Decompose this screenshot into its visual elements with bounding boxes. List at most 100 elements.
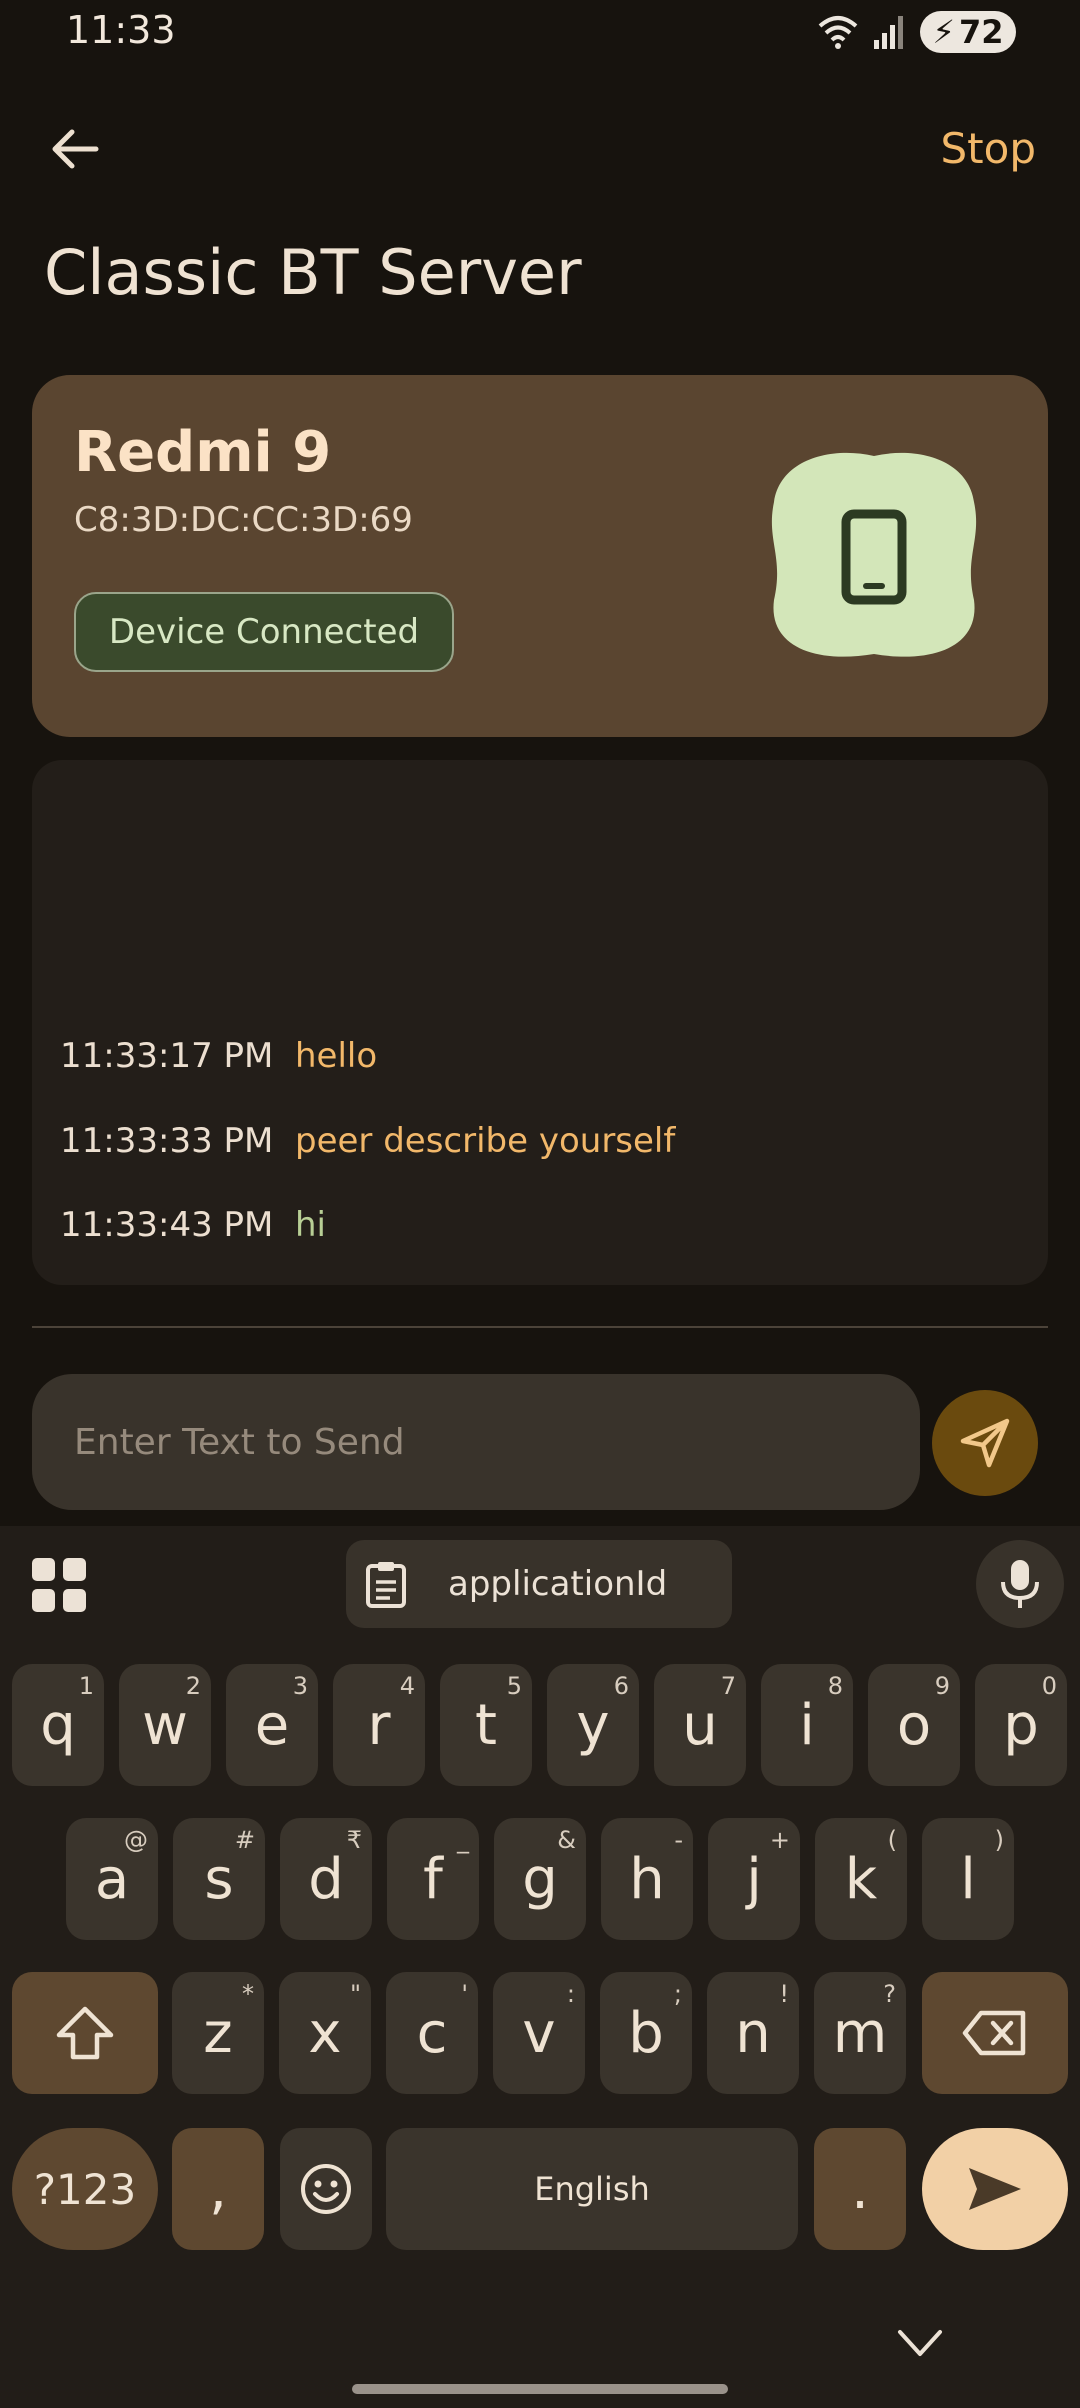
key-g[interactable]: g & <box>494 1818 586 1940</box>
key-label: t <box>475 1692 497 1758</box>
key-hint: 4 <box>399 1672 415 1700</box>
period-key[interactable]: . <box>814 2128 906 2250</box>
key-o[interactable]: o9 <box>868 1664 960 1786</box>
key-k[interactable]: k( <box>815 1818 907 1940</box>
symbols-key[interactable]: ?123 <box>12 2128 158 2250</box>
key-label: f <box>423 1846 443 1912</box>
log-timestamp: 11:33:43 PM <box>60 1205 274 1245</box>
key-hint: 9 <box>934 1672 950 1700</box>
key-hint: ( <box>887 1826 897 1854</box>
log-timestamp: 11:33:33 PM <box>60 1121 274 1161</box>
key-hint: 2 <box>185 1672 201 1700</box>
key-n[interactable]: n! <box>707 1972 799 2094</box>
key-label: n <box>735 2000 771 2066</box>
key-hint: 6 <box>613 1672 629 1700</box>
key-p[interactable]: p0 <box>975 1664 1067 1786</box>
backspace-key[interactable] <box>922 1972 1068 2094</box>
key-label: i <box>799 1692 815 1758</box>
key-l[interactable]: l) <box>922 1818 1014 1940</box>
log-row: 11:33:17 PM hello <box>60 1036 377 1076</box>
arrow-back-icon[interactable] <box>48 122 102 176</box>
send-icon <box>960 1418 1010 1468</box>
key-label: j <box>746 1846 762 1912</box>
key-s[interactable]: s # <box>173 1818 265 1940</box>
wifi-icon <box>818 16 858 49</box>
enter-send-key[interactable] <box>922 2128 1068 2250</box>
key-e[interactable]: e3 <box>226 1664 318 1786</box>
backspace-icon <box>962 2010 1026 2056</box>
key-hint: - <box>674 1826 683 1854</box>
log-message: peer describe yourself <box>295 1121 676 1161</box>
key-label: r <box>367 1692 391 1758</box>
key-hint: 5 <box>506 1672 522 1700</box>
message-input[interactable]: Enter Text to Send <box>32 1374 920 1510</box>
voice-input-button[interactable] <box>976 1540 1064 1628</box>
key-a[interactable]: a @ <box>66 1818 158 1940</box>
key-label: p <box>1003 1692 1039 1758</box>
key-hint: + <box>769 1826 790 1854</box>
apps-grid-icon[interactable] <box>30 1556 88 1614</box>
log-message: hello <box>295 1036 378 1076</box>
key-hint: ; <box>673 1980 682 2008</box>
key-label: o <box>896 1692 932 1758</box>
gesture-nav-bar[interactable] <box>352 2384 728 2394</box>
key-j[interactable]: j + <box>708 1818 800 1940</box>
log-timestamp: 11:33:17 PM <box>60 1036 274 1076</box>
key-label: w <box>142 1692 188 1758</box>
key-label: x <box>308 2000 342 2066</box>
key-x[interactable]: x " <box>279 1972 371 2094</box>
key-hint: 0 <box>1041 1672 1057 1700</box>
battery-level: 72 <box>958 13 1004 51</box>
send-button[interactable] <box>932 1390 1038 1496</box>
key-f[interactable]: f _ <box>387 1818 479 1940</box>
chevron-down-icon[interactable] <box>896 2324 944 2364</box>
key-hint: : <box>566 1980 575 2008</box>
key-hint: # <box>234 1826 255 1854</box>
key-q[interactable]: q1 <box>12 1664 104 1786</box>
key-hint: @ <box>124 1826 148 1854</box>
device-mac-address: C8:3D:DC:CC:3D:69 <box>74 500 413 540</box>
shift-key[interactable] <box>12 1972 158 2094</box>
stop-button[interactable]: Stop <box>941 124 1036 173</box>
key-label: e <box>254 1692 290 1758</box>
clipboard-text: applicationId <box>448 1564 668 1604</box>
key-hint: 3 <box>292 1672 308 1700</box>
key-d[interactable]: d ₹ <box>280 1818 372 1940</box>
status-icons: ⚡ 72 <box>818 10 1016 54</box>
key-hint: ! <box>779 1980 789 2008</box>
key-i[interactable]: i8 <box>761 1664 853 1786</box>
key-r[interactable]: r4 <box>333 1664 425 1786</box>
key-label: u <box>682 1692 718 1758</box>
key-label: k <box>844 1846 878 1912</box>
key-v[interactable]: v: <box>493 1972 585 2094</box>
comma-key[interactable]: , <box>172 2128 264 2250</box>
key-y[interactable]: y6 <box>547 1664 639 1786</box>
key-label: g <box>522 1846 558 1912</box>
key-w[interactable]: w2 <box>119 1664 211 1786</box>
key-label: c <box>416 2000 448 2066</box>
emoji-key[interactable] <box>280 2128 372 2250</box>
log-row: 11:33:33 PM peer describe yourself <box>60 1121 675 1161</box>
key-b[interactable]: b; <box>600 1972 692 2094</box>
battery-indicator: ⚡ 72 <box>920 11 1016 53</box>
key-label: s <box>204 1846 234 1912</box>
key-hint: ? <box>883 1980 896 2008</box>
key-u[interactable]: u7 <box>654 1664 746 1786</box>
key-label: m <box>832 2000 888 2066</box>
keyboard <box>0 1526 1080 2408</box>
space-key[interactable]: English <box>386 2128 798 2250</box>
key-label: l <box>960 1846 976 1912</box>
key-label: h <box>629 1846 665 1912</box>
key-z[interactable]: z * <box>172 1972 264 2094</box>
key-label: d <box>308 1846 344 1912</box>
key-hint: " <box>349 1980 361 2008</box>
key-t[interactable]: t5 <box>440 1664 532 1786</box>
key-hint: 8 <box>827 1672 843 1700</box>
log-message: hi <box>295 1205 326 1245</box>
key-m[interactable]: m? <box>814 1972 906 2094</box>
clipboard-suggestion[interactable]: applicationId <box>346 1540 732 1628</box>
key-h[interactable]: h- <box>601 1818 693 1940</box>
key-label: b <box>628 2000 664 2066</box>
key-c[interactable]: c ' <box>386 1972 478 2094</box>
smartphone-icon <box>771 452 977 657</box>
